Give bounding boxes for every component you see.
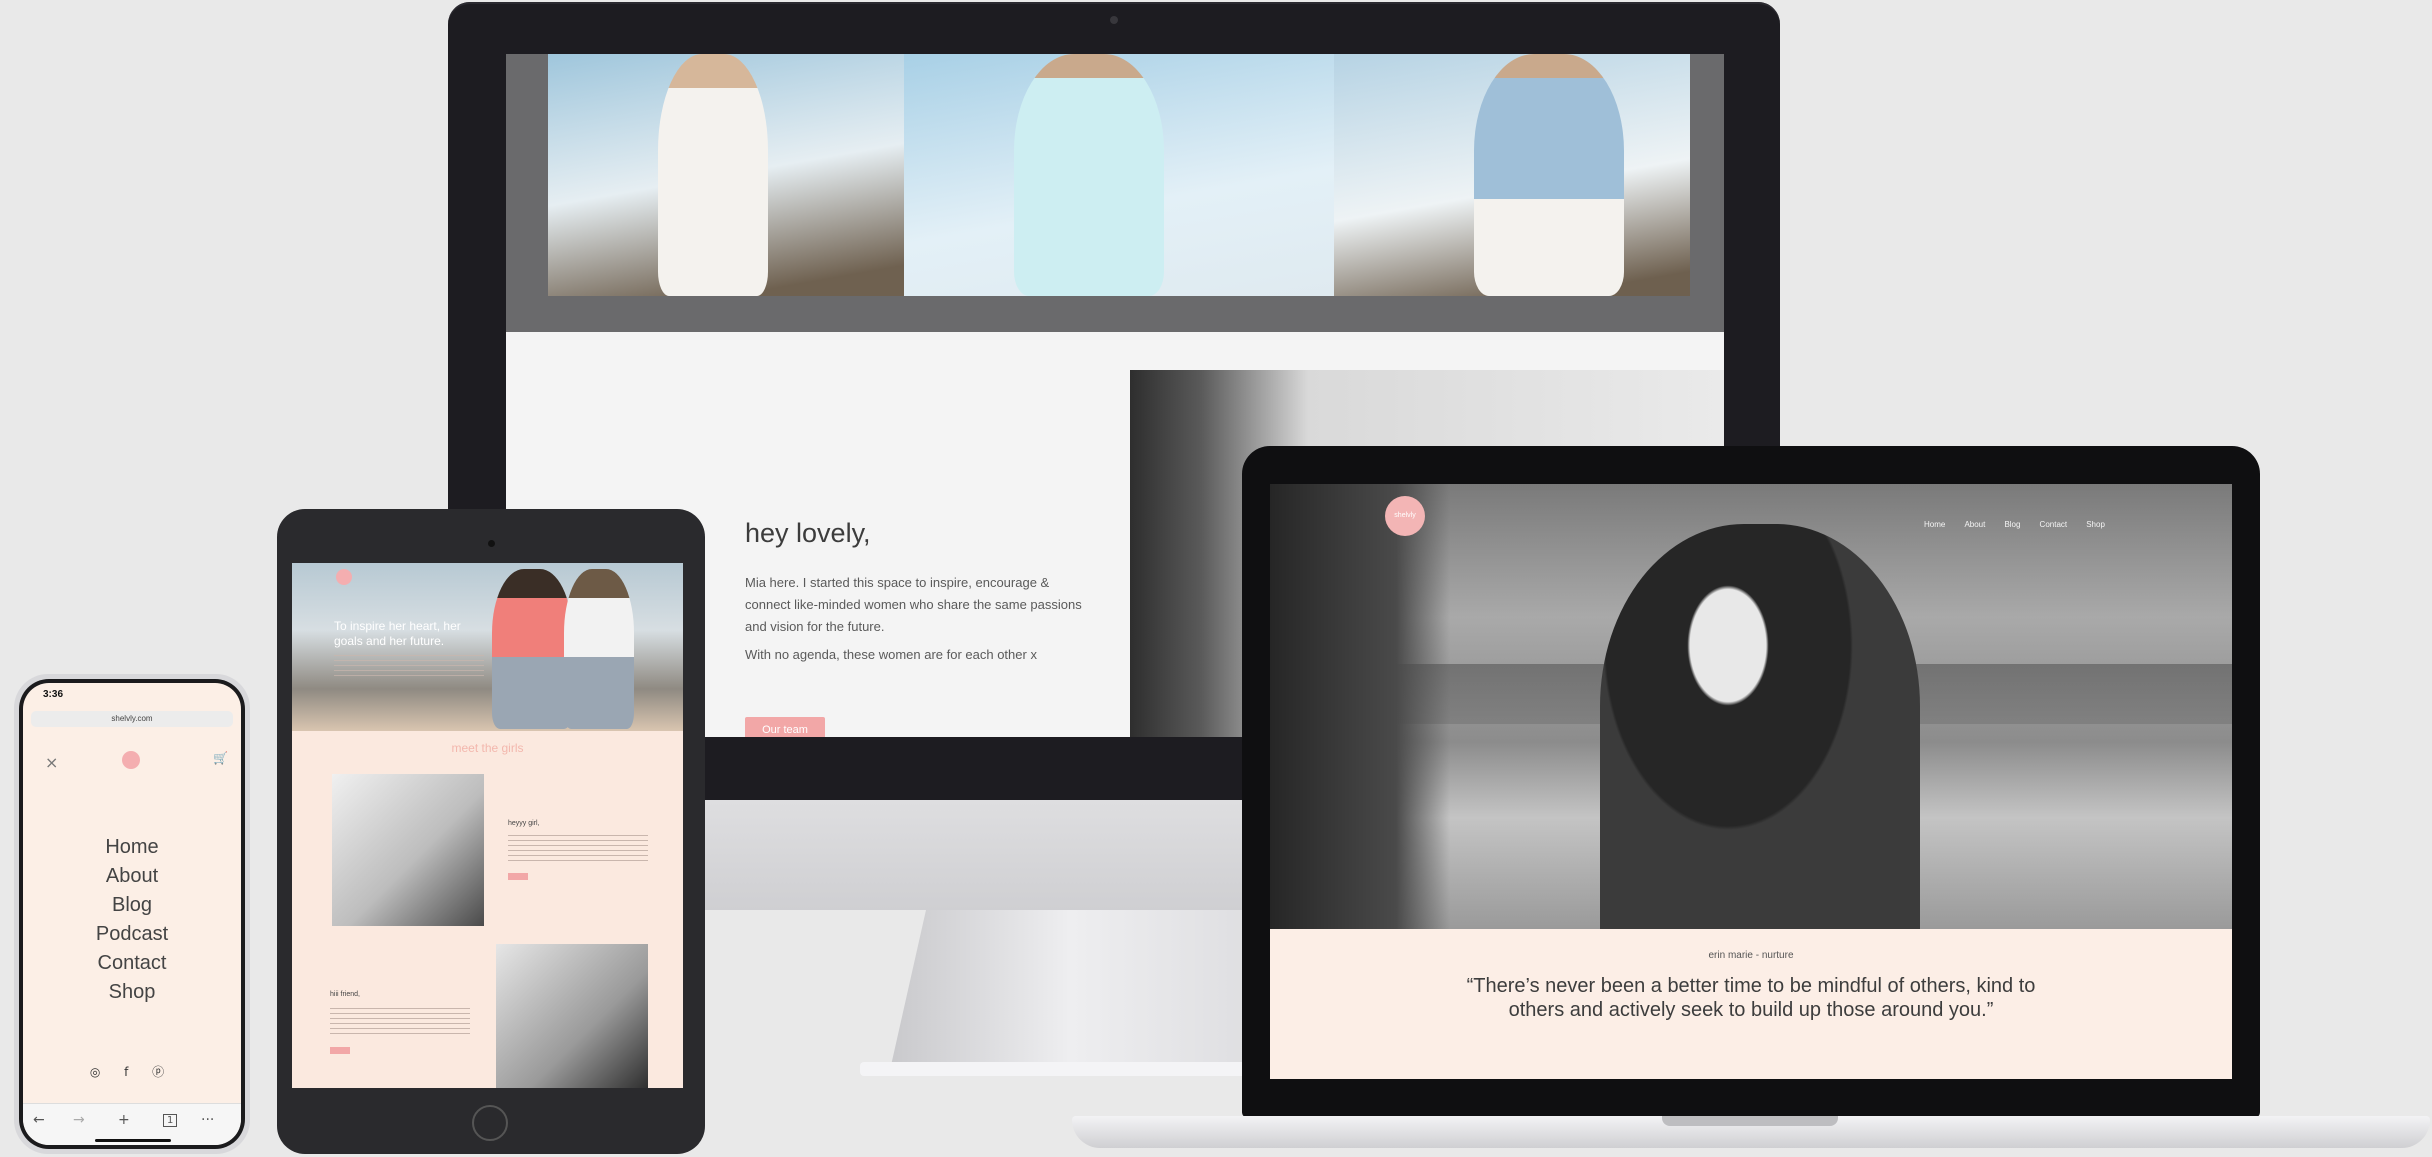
woman-figure — [492, 569, 572, 729]
woman-figure — [564, 569, 634, 729]
more-icon[interactable]: ··· — [201, 1112, 214, 1128]
close-icon[interactable]: × — [45, 753, 58, 772]
nav-item-about[interactable]: About — [1964, 520, 1985, 529]
site-logo[interactable] — [336, 569, 352, 585]
nav-item-home[interactable]: Home — [23, 833, 241, 862]
quote-text: “There’s never been a better time to be … — [1466, 975, 2036, 1021]
laptop-nav: Home About Blog Contact Shop — [1924, 512, 2119, 531]
quote-caption: erin marie - nurture — [1708, 950, 1794, 961]
nav-item-shop[interactable]: Shop — [23, 978, 241, 1007]
tabs-icon[interactable]: 1 — [163, 1114, 178, 1127]
woman-figure — [1474, 54, 1624, 296]
nav-item-blog[interactable]: Blog — [2004, 520, 2020, 529]
nav-item-contact[interactable]: Contact — [2040, 520, 2068, 529]
banner-photo-2 — [904, 54, 1334, 296]
home-indicator — [95, 1139, 171, 1142]
home-button[interactable] — [472, 1105, 508, 1141]
tablet-headline: To inspire her heart, her goals and her … — [334, 619, 461, 648]
member-1-button[interactable] — [508, 873, 528, 880]
nav-item-home[interactable]: Home — [1924, 520, 1945, 529]
laptop-notch — [1662, 1116, 1838, 1126]
laptop-hero-photo — [1270, 484, 2232, 929]
nav-item-blog[interactable]: Blog — [23, 891, 241, 920]
tablet-screen: To inspire her heart, her goals and her … — [292, 563, 683, 1088]
member-2-button[interactable] — [330, 1047, 350, 1054]
social-icons[interactable]: ◎ f ⓟ — [23, 1063, 241, 1080]
mobile-nav-menu: Home About Blog Podcast Contact Shop — [23, 833, 241, 1007]
person-figure — [1270, 484, 1450, 929]
hero-body-text — [334, 655, 484, 679]
url-bar[interactable]: shelvly.com — [31, 711, 233, 727]
forward-icon[interactable]: → — [73, 1112, 85, 1128]
nav-item-contact[interactable]: Contact — [23, 949, 241, 978]
woman-figure — [1600, 524, 1920, 929]
camera-icon — [488, 540, 495, 547]
member-1-bio — [508, 835, 648, 863]
our-team-button[interactable]: Our team — [745, 717, 825, 737]
site-logo[interactable] — [122, 751, 140, 769]
woman-figure — [1014, 54, 1164, 296]
meet-the-girls-heading: meet the girls — [451, 741, 524, 755]
member-portrait-1 — [332, 774, 484, 926]
member-2-greeting: hiii friend, — [330, 991, 360, 998]
nav-item-shop[interactable]: Shop — [2086, 520, 2105, 529]
banner-photo-1 — [548, 54, 904, 296]
phone-screen: 3:36 shelvly.com × 🛒 Home About Blog Pod… — [23, 683, 241, 1145]
photo-banner — [506, 54, 1724, 332]
member-portrait-2 — [496, 944, 648, 1088]
back-icon[interactable]: ← — [33, 1112, 45, 1128]
status-time: 3:36 — [43, 689, 64, 700]
member-2-bio — [330, 1008, 470, 1036]
intro-paragraph-2: With no agenda, these women are for each… — [745, 647, 1037, 662]
camera-icon — [1110, 16, 1118, 24]
intro-paragraph: Mia here. I started this space to inspir… — [745, 575, 1082, 634]
cart-icon[interactable]: 🛒 — [213, 751, 228, 765]
banner-photo-3 — [1334, 54, 1690, 296]
intro-heading: hey lovely, — [745, 518, 871, 548]
nav-item-about[interactable]: About — [23, 862, 241, 891]
member-1-greeting: heyyy girl, — [508, 820, 540, 827]
new-tab-icon[interactable]: + — [118, 1112, 130, 1128]
laptop-screen: shelvly Home About Blog Contact Shop eri… — [1270, 484, 2232, 1079]
woman-figure — [658, 54, 768, 296]
site-logo[interactable]: shelvly — [1385, 496, 1425, 536]
nav-item-podcast[interactable]: Podcast — [23, 920, 241, 949]
